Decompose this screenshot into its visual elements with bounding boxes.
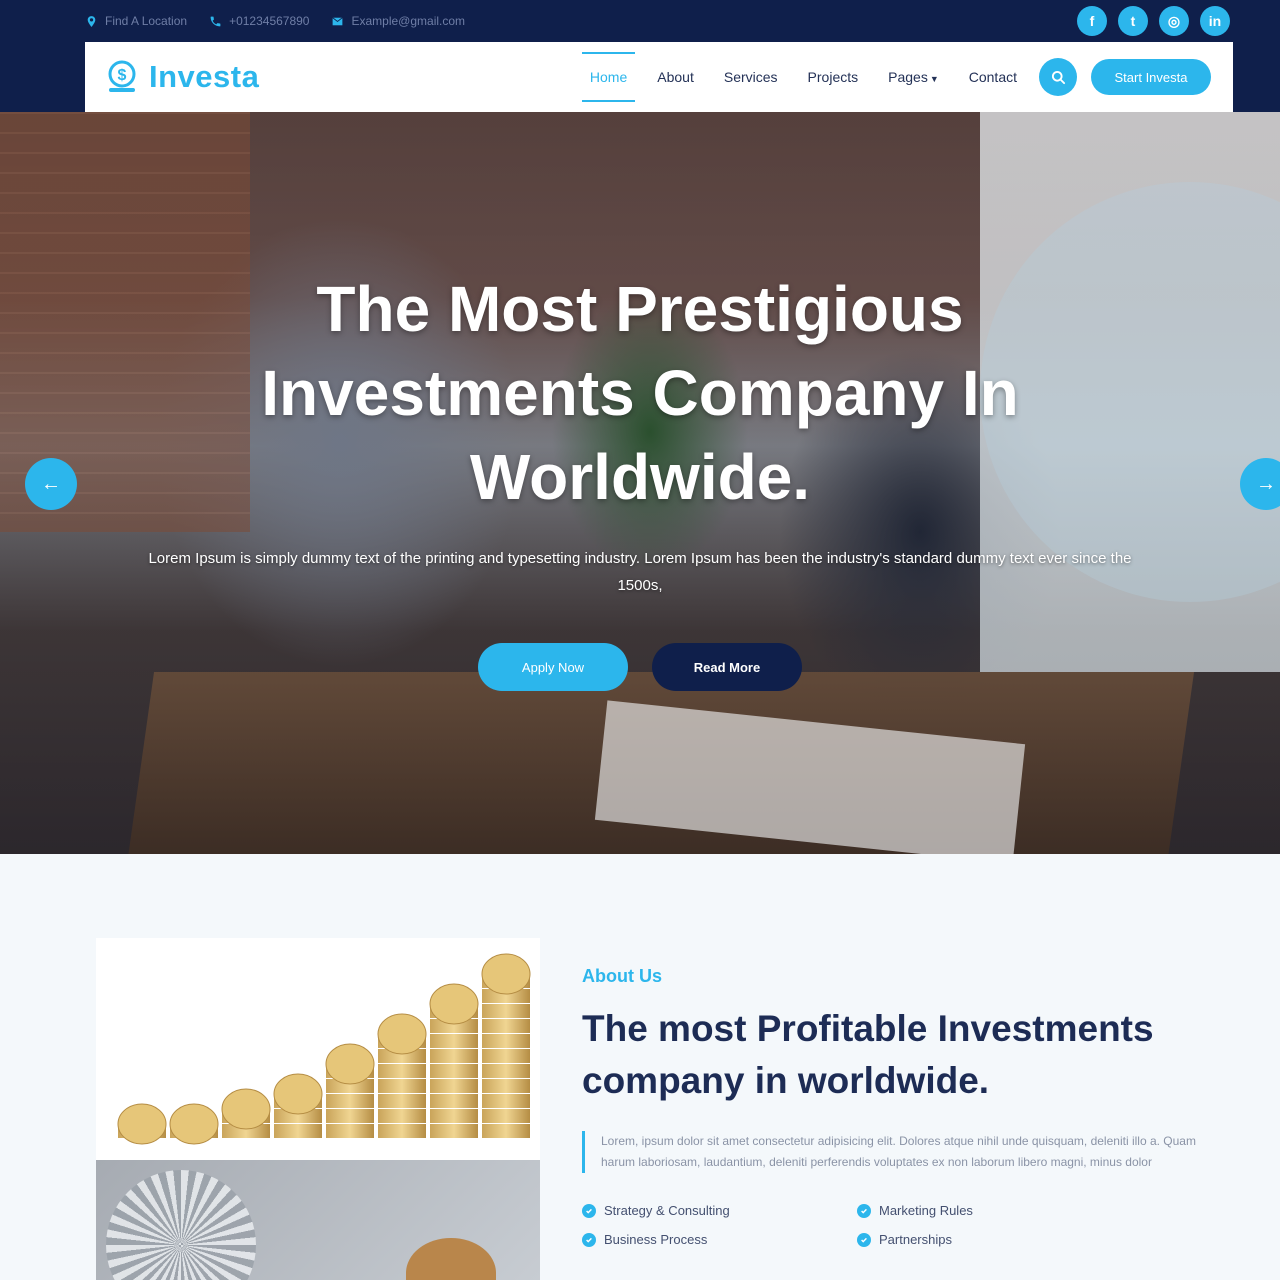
nav-pages-dropdown[interactable]: Pages ▼ [884,69,943,85]
nav-about[interactable]: About [653,69,698,85]
social-links: f t ◎ in [1077,6,1230,36]
phone-link[interactable]: +01234567890 [209,14,309,28]
feature-item: Business Process [582,1232,857,1247]
about-content: About Us The most Profitable Investments… [582,966,1222,1247]
check-icon [582,1232,596,1247]
coin [378,1094,426,1108]
nav-menu: Home About Services Projects Pages ▼ Cont… [581,52,1021,102]
nav-home[interactable]: Home [581,52,636,102]
search-button[interactable] [1039,58,1077,96]
coin-top [169,1103,219,1145]
email-text: Example@gmail.com [351,14,466,28]
business-woman-image [96,1160,540,1280]
nav-pages-label: Pages [888,69,928,85]
coin [378,1064,426,1078]
about-title: The most Profitable Investments company … [582,1008,1154,1101]
svg-text:$: $ [118,67,127,84]
nav-contact[interactable]: Contact [965,69,1021,85]
coin [482,1004,530,1018]
coin [482,1109,530,1123]
coin [430,1034,478,1048]
coins-illustration [117,953,531,1145]
coin-top [273,1073,323,1115]
hero-content: The Most Prestigious Investments Company… [0,267,1280,691]
prev-slide-arrow-icon[interactable]: ← [25,458,77,510]
feature-item: Partnerships [857,1232,1132,1247]
coins-stack-image [96,938,540,1160]
coin-top [429,983,479,1025]
linkedin-icon[interactable]: in [1200,6,1230,36]
coin [378,1079,426,1093]
nav-projects[interactable]: Projects [804,69,863,85]
check-icon [857,1203,871,1218]
coin [430,1094,478,1108]
money-bag-icon: $ [108,60,136,92]
coin [430,1109,478,1123]
feature-label: Business Process [604,1232,708,1247]
coin [326,1109,374,1123]
coin [482,1094,530,1108]
feature-item: Marketing Rules [857,1203,1132,1218]
feature-label: Partnerships [879,1232,952,1247]
instagram-icon[interactable]: ◎ [1159,6,1189,36]
coin-top [377,1013,427,1055]
hero-subtitle: Lorem Ipsum is simply dummy text of the … [148,550,1132,594]
contact-info: Find A Location +01234567890 Example@gma… [85,14,465,28]
coin [482,1034,530,1048]
feature-label: Strategy & Consulting [604,1203,730,1218]
twitter-icon[interactable]: t [1118,6,1148,36]
main-navbar: $ Investa Home About Services Projects P… [85,42,1233,112]
coin [378,1109,426,1123]
envelope-icon [332,16,344,25]
nav-services[interactable]: Services [720,69,782,85]
read-more-button[interactable]: Read More [652,643,802,691]
location-text: Find A Location [105,14,188,28]
hero-title: The Most Prestigious Investments Company… [261,273,1019,513]
map-pin-icon [87,15,96,27]
hero-actions: Apply Now Read More [0,643,1280,691]
coin [482,1049,530,1063]
coin [430,1049,478,1063]
hero-slider: The Most Prestigious Investments Company… [0,112,1280,854]
check-icon [582,1203,596,1218]
coin-top [325,1043,375,1085]
start-investa-button[interactable]: Start Investa [1091,59,1211,95]
top-contact-bar: Find A Location +01234567890 Example@gma… [85,0,1235,42]
search-icon [1051,70,1065,84]
about-label: About Us [582,966,662,986]
coin [430,1124,478,1138]
facebook-icon[interactable]: f [1077,6,1107,36]
brand-name: Investa [149,59,260,94]
apply-now-button[interactable]: Apply Now [478,643,628,691]
coin [482,1079,530,1093]
coin-top [117,1103,167,1145]
email-link[interactable]: Example@gmail.com [331,14,465,28]
phone-icon [210,16,221,26]
coin [326,1094,374,1108]
coin [482,1019,530,1033]
location-link[interactable]: Find A Location [85,14,187,28]
feature-list: Strategy & Consulting Marketing Rules Bu… [582,1203,1222,1247]
about-section: About Us The most Profitable Investments… [0,854,1280,1280]
coin-top [481,953,531,995]
coin [378,1124,426,1138]
coin-top [221,1088,271,1130]
coin [274,1124,322,1138]
brand-logo[interactable]: $ Investa [105,59,259,95]
caret-down-icon: ▼ [929,74,939,84]
feature-label: Marketing Rules [879,1203,973,1218]
coin [482,1124,530,1138]
check-icon [857,1232,871,1247]
coin [326,1124,374,1138]
person-figure [406,1238,496,1280]
coin [430,1079,478,1093]
coin [430,1064,478,1078]
about-description: Lorem, ipsum dolor sit amet consectetur … [582,1131,1202,1173]
coin [482,1064,530,1078]
feature-item: Strategy & Consulting [582,1203,857,1218]
phone-text: +01234567890 [229,14,310,28]
light-bulb-decor [106,1170,256,1280]
